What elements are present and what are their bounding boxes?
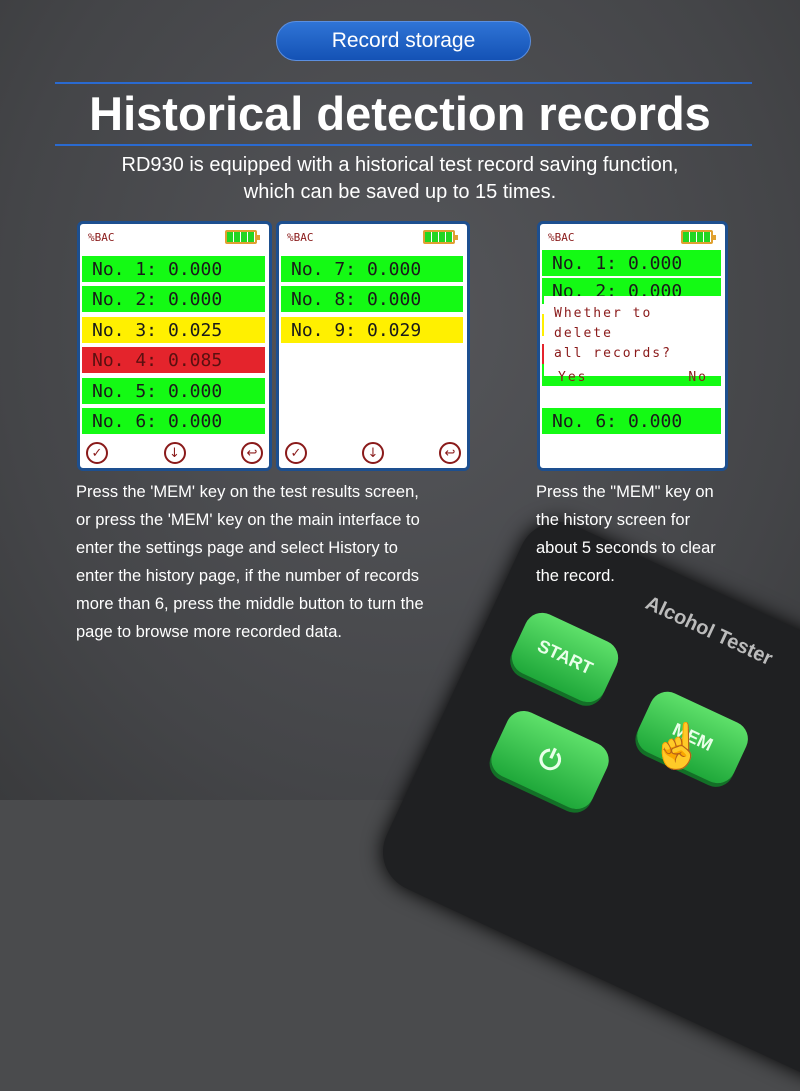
description-line: Press the 'MEM' key on the test results … <box>76 483 419 501</box>
description-line: enter the history page, if the number of… <box>76 567 420 585</box>
record-label: No. 6: <box>92 410 158 432</box>
check-icon[interactable]: ✓ <box>285 442 307 464</box>
subtitle-line: RD930 is equipped with a historical test… <box>121 154 679 176</box>
description-line: about 5 seconds to clear <box>536 539 716 557</box>
description-line: enter the settings page and select Histo… <box>76 539 398 557</box>
record-row: No. 2: 0.000 <box>82 286 265 312</box>
description-line: page to browse more recorded data. <box>76 623 342 641</box>
description-line: the record. <box>536 567 615 585</box>
no-button[interactable]: No <box>688 368 708 388</box>
record-label: No. 7: <box>291 258 357 280</box>
subtitle-line: which can be saved up to 15 times. <box>243 181 557 203</box>
record-value: 0.000 <box>168 288 223 310</box>
return-icon[interactable]: ↩ <box>241 442 263 464</box>
record-label: No. 8: <box>291 288 357 310</box>
record-label: No. 1: <box>552 252 618 274</box>
record-label: No. 6: <box>552 410 618 432</box>
record-value: 0.000 <box>168 410 223 432</box>
description-line: the history screen for <box>536 511 691 529</box>
page-title: Historical detection records <box>89 87 711 140</box>
record-row: No. 1: 0.000 <box>542 250 721 276</box>
delete-confirm-dialog: Whether to delete all records? Yes No <box>544 296 724 385</box>
record-row: No. 5: 0.000 <box>82 378 265 404</box>
arrow-down-icon[interactable]: ↓ <box>362 442 384 464</box>
description-line: Press the "MEM" key on <box>536 483 714 501</box>
unit-label: %BAC <box>88 231 115 244</box>
record-row: No. 1: 0.000 <box>82 256 265 282</box>
record-row: No. 3: 0.025 <box>82 317 265 343</box>
arrow-down-icon[interactable]: ↓ <box>163 442 186 464</box>
record-row: No. 7: 0.000 <box>281 256 463 282</box>
record-label: No. 5: <box>92 380 158 402</box>
record-label: No. 2: <box>92 288 158 310</box>
record-value: 0.029 <box>367 319 422 341</box>
hand-pointer-icon: ☝ <box>650 722 705 771</box>
record-value: 0.000 <box>367 258 422 280</box>
divider <box>55 82 752 84</box>
unit-label: %BAC <box>548 231 575 244</box>
dialog-message: all records? <box>554 346 672 361</box>
record-row: No. 6: 0.000 <box>542 408 721 434</box>
history-screen-page-1: %BAC No. 1: 0.000 No. 2: 0.000 No. 3: 0.025 No.… <box>77 221 272 471</box>
record-row: No. 6: 0.000 <box>82 408 265 434</box>
record-label: No. 1: <box>92 258 158 280</box>
record-row: No. 4: 0.085 <box>82 347 265 373</box>
description-line: or press the 'MEM' key on the main inter… <box>76 511 420 529</box>
record-storage-badge: Record storage <box>276 21 531 61</box>
subtitle: RD930 is equipped with a historical test… <box>0 152 800 206</box>
delete-records-screen: %BAC No. 1: 0.000 No. 2: 0.000 No. 6: 0.000 Whe… <box>537 221 728 471</box>
history-screen-page-2: %BAC No. 7: 0.000 No. 8: 0.000 No. 9: 0.029 ✓ ↓ ↩ <box>276 221 470 471</box>
unit-label: %BAC <box>287 231 314 244</box>
record-label: No. 4: <box>92 349 158 371</box>
right-description: Press the "MEM" key on the history screen… <box>536 478 716 590</box>
record-value: 0.025 <box>168 319 223 341</box>
battery-icon <box>225 230 260 244</box>
yes-button[interactable]: Yes <box>558 368 587 388</box>
dialog-message: Whether to delete <box>554 306 653 341</box>
divider <box>55 144 752 146</box>
description-line: more than 6, press the middle button to … <box>76 595 424 613</box>
return-icon[interactable]: ↩ <box>439 442 461 464</box>
record-value: 0.085 <box>168 349 223 371</box>
check-icon[interactable]: ✓ <box>86 442 108 464</box>
record-value: 0.000 <box>367 288 422 310</box>
battery-icon <box>681 230 716 244</box>
record-label: No. 3: <box>92 319 158 341</box>
left-description: Press the 'MEM' key on the test results … <box>76 478 424 646</box>
record-row: No. 9: 0.029 <box>281 317 463 343</box>
record-label: No. 9: <box>291 319 357 341</box>
record-value: 0.000 <box>168 380 223 402</box>
battery-icon <box>423 230 458 244</box>
record-value: 0.000 <box>628 252 683 274</box>
record-value: 0.000 <box>628 410 683 432</box>
record-value: 0.000 <box>168 258 223 280</box>
record-row: No. 8: 0.000 <box>281 286 463 312</box>
